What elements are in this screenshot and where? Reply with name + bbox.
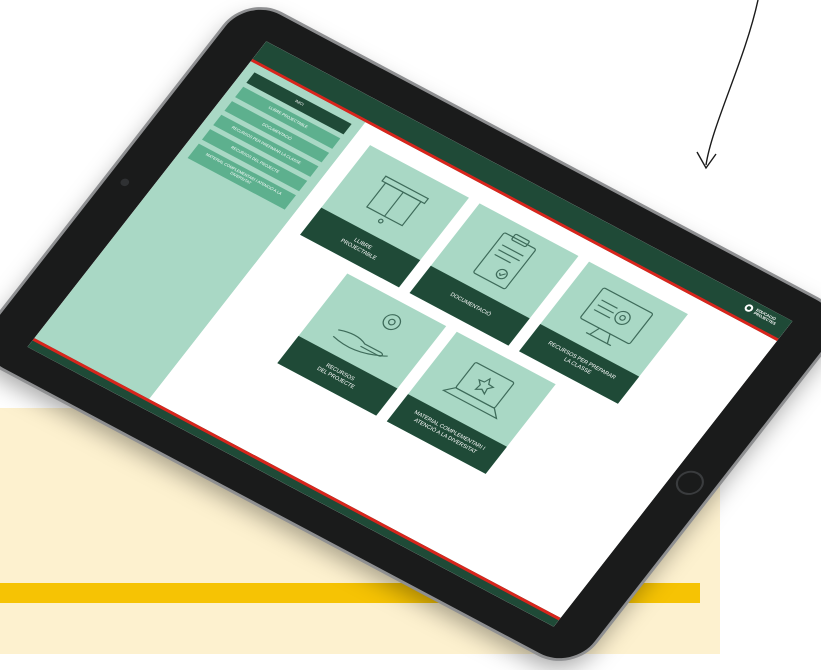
logo-text: EDUCACIÓ PROJECTES	[752, 307, 778, 326]
camera-icon	[118, 177, 131, 188]
brand-logo[interactable]: EDUCACIÓ PROJECTES	[742, 303, 781, 327]
home-button[interactable]	[670, 466, 710, 500]
